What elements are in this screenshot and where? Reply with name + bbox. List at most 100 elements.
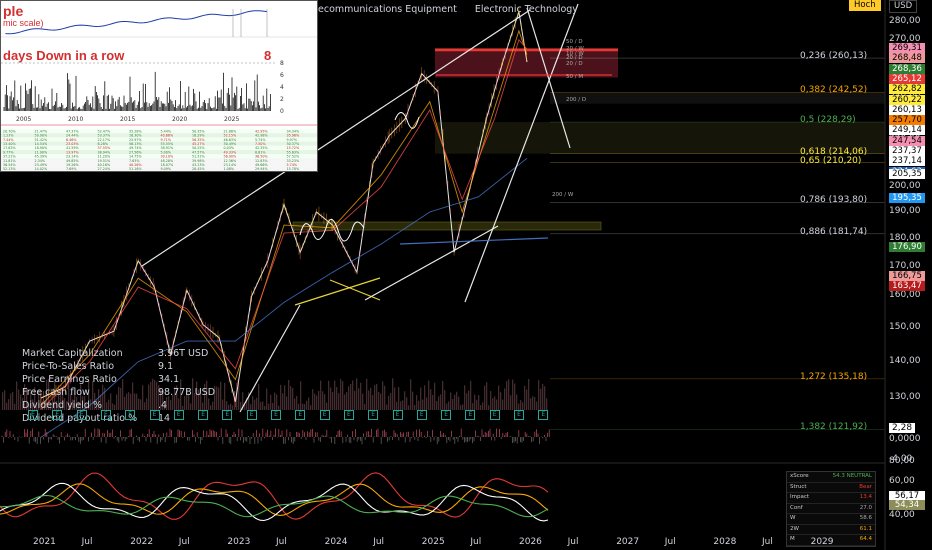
earnings-marker[interactable]: E [149,410,160,420]
volume-bar [360,382,362,410]
volume-bar [528,378,530,410]
inset-y-tick: 4 [280,84,284,91]
score-value: 64.4 [859,536,872,542]
volume-bar [122,379,124,410]
volume-bar [388,395,390,410]
volume-bar [130,393,132,410]
oscillator-axis-tick: 40,00 [889,510,915,520]
inset-x-tick: 2010 [68,116,83,123]
earnings-marker[interactable]: E [271,410,281,420]
inset-y-tick: 6 [280,72,284,79]
score-row: xScore 54.3 NEUTRAL [787,472,875,483]
volume-bar [354,390,356,410]
score-key: xScore [790,473,809,479]
inset-stat-title: days Down in a row [3,48,125,63]
volume-bar [276,394,278,410]
oscillator-axis-tick: 80,00 [889,456,915,466]
volume-bar [282,393,284,410]
volume-bar [274,392,276,410]
earnings-marker[interactable]: E [100,410,111,420]
hoch-badge[interactable]: Hoch [849,0,881,11]
inset-table-cell: 7.69% [66,167,76,171]
score-table: xScore 54.3 NEUTRAL Struct Bear Impact 13.4 Co… [786,471,876,547]
inset-x-tick: 2015 [120,116,135,123]
earnings-marker[interactable]: E [465,410,476,420]
volume-bar [434,382,436,410]
volume-bar [224,382,226,410]
score-key: Conf [790,504,803,511]
earnings-marker[interactable]: E [173,410,184,420]
volume-bar [478,395,480,410]
inset-table-row [1,166,317,171]
price-tag: 268,36 [889,63,925,74]
volume-bar [522,402,524,410]
earnings-marker[interactable]: E [222,410,233,420]
volume-bar [428,380,430,410]
earnings-marker[interactable]: E [28,410,38,420]
volume-bar [362,393,364,410]
inset-table-row [1,141,317,146]
volume-bar [416,395,418,410]
earnings-marker[interactable]: E [52,410,63,420]
volume-bar [490,390,492,410]
ma-label: 200 / D [566,96,587,103]
ma-label: 20 / D [566,60,583,67]
inset-table-row [1,145,317,150]
score-value: 13.4 [859,494,872,500]
ma-label: 50 / D [566,38,583,45]
volume-bar [280,384,282,410]
price-axis-tick: 160,00 [889,290,921,301]
score-key: 2W [790,525,799,532]
time-axis-tick: Jul [664,537,676,547]
earnings-marker[interactable]: E [125,410,136,420]
price-tag: 166,75 [889,270,925,281]
inset-graphics: 864202005 2010 2015 2020 202520.70% 21.47% 47.… [1,9,317,171]
volume-bar [218,387,220,410]
earnings-marker[interactable]: E [76,410,87,420]
volume-bar [114,404,116,410]
earnings-marker[interactable]: E [343,410,354,420]
earnings-marker[interactable]: E [416,410,427,420]
earnings-marker[interactable]: E [246,410,257,420]
earnings-marker[interactable]: E [295,410,306,420]
volume-bar [10,393,12,410]
volume-bar [328,380,330,410]
volume-bar [262,401,264,410]
earnings-marker[interactable]: E [392,410,403,420]
volume-bar [406,397,408,410]
earnings-marker[interactable]: E [319,410,330,420]
earnings-marker[interactable]: E [514,410,524,420]
volume-bar [378,391,380,410]
inset-price-line [5,10,268,35]
earnings-marker[interactable]: E [368,410,379,420]
earnings-marker[interactable]: E [441,410,452,420]
volume-bar [396,401,398,410]
score-value: 61.1 [859,525,872,532]
volume-bar [394,387,396,410]
score-value: 54.3 NEUTRAL [832,473,872,479]
volume-bar [324,394,326,410]
earnings-marker[interactable]: E [198,410,209,420]
earnings-marker[interactable]: E [538,410,549,420]
volume-bar [502,399,504,410]
currency-button[interactable]: USD [889,0,918,13]
volume-bar [530,398,532,410]
volume-bar [512,379,514,410]
volume-bar [184,395,186,410]
earnings-marker[interactable]: E [489,410,500,420]
volume-bar [318,390,320,410]
score-row: Impact 13.4 [787,493,875,504]
inset-table-row [1,154,317,159]
chart-zones-layer [292,48,885,430]
volume-bar [484,385,486,410]
price-tag: 176,90 [889,242,925,253]
fundamental-value: 14 [158,413,171,424]
volume-bar [150,381,152,410]
lower-panels-layer [0,428,885,522]
price-axis-tick: 150,00 [889,321,921,332]
fundamental-value: 98.77B USD [158,387,216,398]
volume-bar [348,386,350,410]
score-value: Bear [859,483,872,490]
score-key: Impact [790,494,810,500]
time-axis-tick: Jul [178,537,190,547]
